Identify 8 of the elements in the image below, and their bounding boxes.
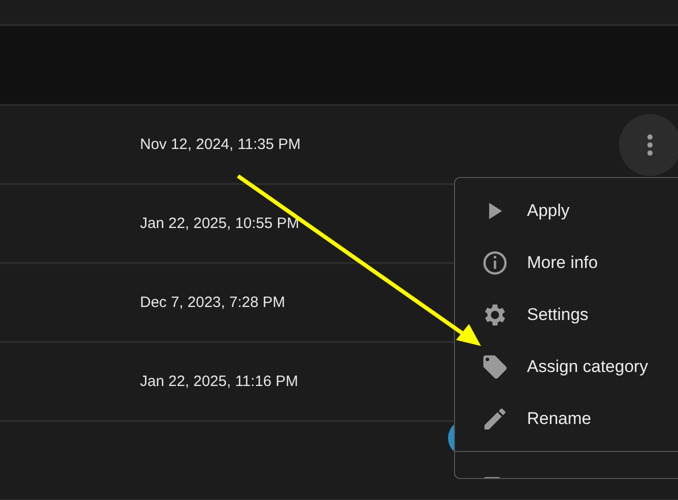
date-text: Nov 12, 2024, 11:35 PM xyxy=(140,136,301,153)
menu-item[interactable]: Assign category xyxy=(455,341,678,393)
menu-item[interactable]: More info xyxy=(455,237,678,289)
menu-item[interactable]: Rename xyxy=(455,393,678,445)
menu-item[interactable]: Settings xyxy=(455,289,678,341)
date-text: Jan 22, 2025, 11:16 PM xyxy=(140,373,298,390)
menu-item[interactable]: Apply xyxy=(455,185,678,237)
date-text: Dec 7, 2023, 7:28 PM xyxy=(140,294,286,311)
